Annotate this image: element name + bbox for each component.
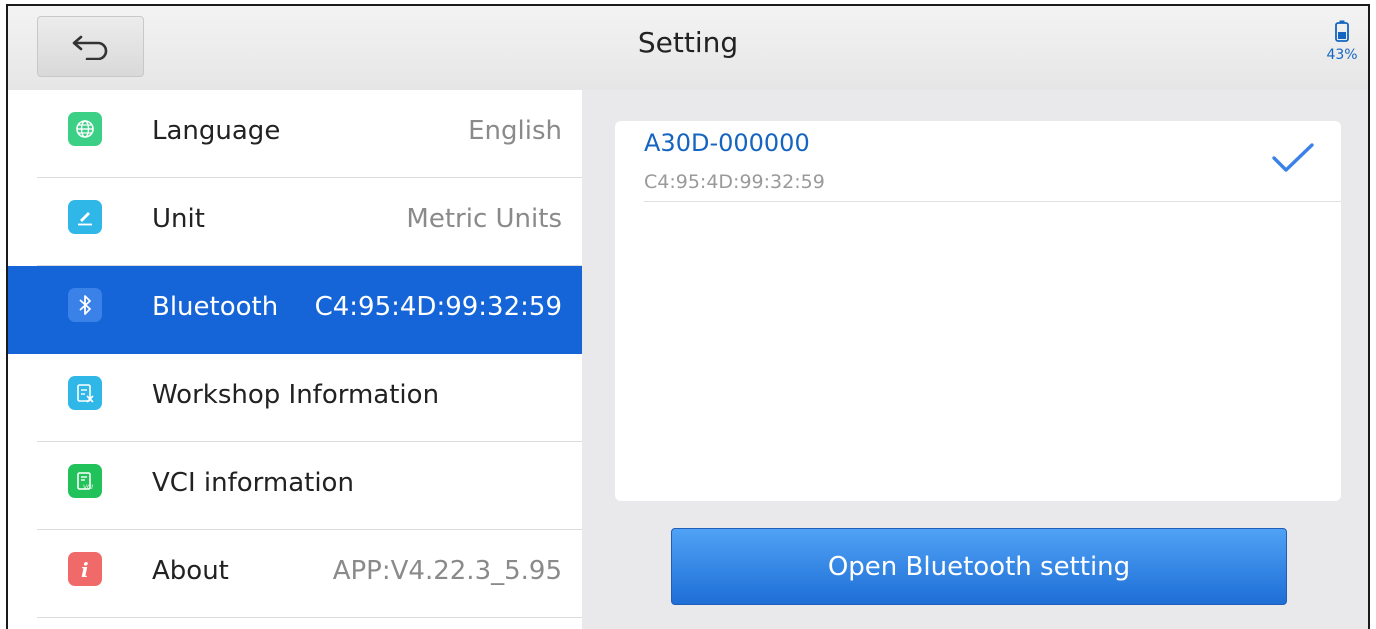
ruler-pencil-icon <box>68 200 102 234</box>
settings-item-bluetooth[interactable]: Bluetooth C4:95:4D:99:32:59 <box>8 266 582 354</box>
page-title: Setting <box>637 26 739 59</box>
settings-item-label: VCI information <box>152 468 354 498</box>
battery-indicator: 43% <box>1324 20 1360 63</box>
device-name: A30D-000000 <box>644 129 810 157</box>
battery-percent: 43% <box>1326 47 1358 63</box>
svg-text:VCI: VCI <box>83 484 93 491</box>
battery-icon <box>1335 20 1349 42</box>
checkmark-icon <box>1272 143 1314 172</box>
info-icon: i <box>68 552 102 586</box>
settings-item-value: C4:95:4D:99:32:59 <box>314 292 562 322</box>
settings-item-label: Bluetooth <box>152 292 279 322</box>
settings-item-language[interactable]: Language English <box>37 90 582 178</box>
settings-item-label: Unit <box>152 204 205 234</box>
settings-item-workshop-information[interactable]: Workshop Information <box>37 354 582 442</box>
document-edit-icon <box>68 376 102 410</box>
settings-item-vci-information[interactable]: VCI VCI information <box>37 442 582 530</box>
top-bar: Setting 43% <box>8 6 1368 91</box>
settings-item-unit[interactable]: Unit Metric Units <box>37 178 582 266</box>
settings-item-about[interactable]: i About APP:V4.22.3_5.95 <box>37 530 582 618</box>
settings-item-value: APP:V4.22.3_5.95 <box>332 556 562 586</box>
open-bluetooth-setting-button[interactable]: Open Bluetooth setting <box>671 528 1287 605</box>
settings-item-label: About <box>152 556 229 586</box>
device-list: A30D-000000 C4:95:4D:99:32:59 <box>615 121 1341 501</box>
settings-item-label: Workshop Information <box>152 380 440 410</box>
svg-text:i: i <box>81 558 89 580</box>
device-address: C4:95:4D:99:32:59 <box>644 171 825 193</box>
vci-document-icon: VCI <box>68 464 102 498</box>
app-window: Setting 43% Language English Unit Metric… <box>6 4 1370 629</box>
settings-item-value: English <box>468 116 562 146</box>
bluetooth-panel: A30D-000000 C4:95:4D:99:32:59 Open Bluet… <box>582 90 1368 629</box>
bluetooth-icon <box>68 288 102 322</box>
settings-list: Language English Unit Metric Units Bluet… <box>8 90 582 629</box>
globe-icon <box>68 112 102 146</box>
settings-item-value: Metric Units <box>406 204 562 234</box>
settings-item-label: Language <box>152 116 281 146</box>
device-list-item[interactable]: A30D-000000 C4:95:4D:99:32:59 <box>644 121 1341 202</box>
